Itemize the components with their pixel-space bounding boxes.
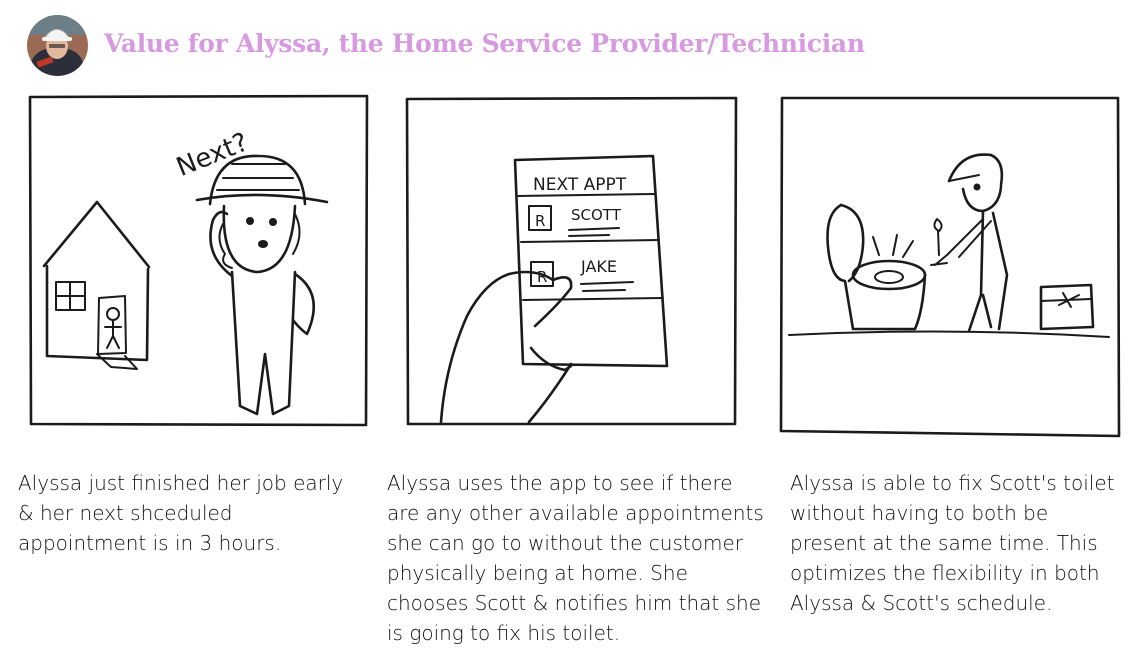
toolbox-sketch bbox=[1039, 283, 1095, 331]
storyboard-panel-2: NEXT APPT R SCOTT R JAKE bbox=[405, 96, 739, 428]
storyboard-panel-1: Next? bbox=[27, 94, 369, 428]
phone-item-1-text: SCOTT bbox=[571, 206, 622, 224]
svg-text:R: R bbox=[535, 212, 545, 230]
house-sketch bbox=[42, 200, 151, 370]
page-title: Value for Alyssa, the Home Service Provi… bbox=[104, 29, 865, 58]
phone-heading-text: NEXT APPT bbox=[533, 175, 627, 195]
hand-sketch bbox=[439, 270, 573, 424]
phone-item-2-text: JAKE bbox=[580, 257, 617, 276]
phone-sketch: NEXT APPT R SCOTT R JAKE bbox=[513, 154, 669, 368]
thought-text: Next? bbox=[172, 127, 252, 183]
toilet-sketch bbox=[826, 203, 927, 331]
caption-panel-1: Alyssa just finished her job early & her… bbox=[18, 471, 344, 555]
technician-sketch bbox=[930, 153, 1009, 333]
caption-panel-3: Alyssa is able to fix Scott's toilet wit… bbox=[790, 471, 1115, 615]
technician-avatar-icon bbox=[27, 15, 88, 76]
caption-panel-2: Alyssa uses the app to see if there are … bbox=[387, 471, 764, 645]
storyboard-panel-3 bbox=[779, 95, 1121, 439]
technician-sketch: Next? bbox=[172, 127, 329, 416]
